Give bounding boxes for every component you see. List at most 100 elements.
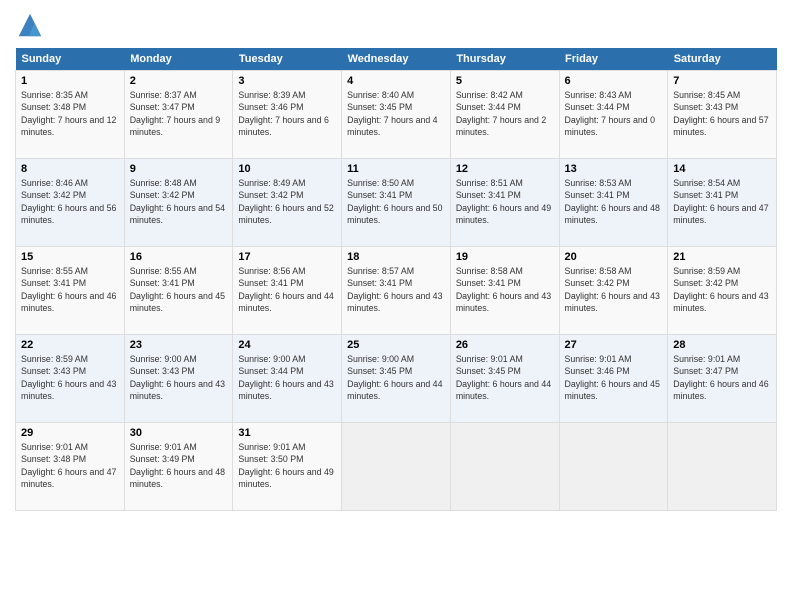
day-cell: 8 Sunrise: 8:46 AMSunset: 3:42 PMDayligh… xyxy=(16,159,125,247)
day-info: Sunrise: 8:50 AMSunset: 3:41 PMDaylight:… xyxy=(347,177,445,226)
day-info: Sunrise: 8:42 AMSunset: 3:44 PMDaylight:… xyxy=(456,89,554,138)
day-number: 13 xyxy=(565,163,663,175)
col-header-thursday: Thursday xyxy=(450,48,559,71)
day-number: 30 xyxy=(130,427,228,439)
day-number: 21 xyxy=(673,251,771,263)
day-cell: 7 Sunrise: 8:45 AMSunset: 3:43 PMDayligh… xyxy=(668,71,777,159)
day-info: Sunrise: 8:53 AMSunset: 3:41 PMDaylight:… xyxy=(565,177,663,226)
day-number: 25 xyxy=(347,339,445,351)
day-info: Sunrise: 8:40 AMSunset: 3:45 PMDaylight:… xyxy=(347,89,445,138)
day-cell xyxy=(559,423,668,511)
day-number: 12 xyxy=(456,163,554,175)
day-cell: 13 Sunrise: 8:53 AMSunset: 3:41 PMDaylig… xyxy=(559,159,668,247)
day-info: Sunrise: 8:51 AMSunset: 3:41 PMDaylight:… xyxy=(456,177,554,226)
day-info: Sunrise: 8:46 AMSunset: 3:42 PMDaylight:… xyxy=(21,177,119,226)
day-info: Sunrise: 8:45 AMSunset: 3:43 PMDaylight:… xyxy=(673,89,771,138)
day-info: Sunrise: 8:56 AMSunset: 3:41 PMDaylight:… xyxy=(238,265,336,314)
day-number: 20 xyxy=(565,251,663,263)
day-cell: 5 Sunrise: 8:42 AMSunset: 3:44 PMDayligh… xyxy=(450,71,559,159)
day-cell: 28 Sunrise: 9:01 AMSunset: 3:47 PMDaylig… xyxy=(668,335,777,423)
day-cell: 20 Sunrise: 8:58 AMSunset: 3:42 PMDaylig… xyxy=(559,247,668,335)
day-number: 27 xyxy=(565,339,663,351)
week-row-1: 1 Sunrise: 8:35 AMSunset: 3:48 PMDayligh… xyxy=(16,71,777,159)
day-number: 23 xyxy=(130,339,228,351)
day-cell: 26 Sunrise: 9:01 AMSunset: 3:45 PMDaylig… xyxy=(450,335,559,423)
day-cell: 1 Sunrise: 8:35 AMSunset: 3:48 PMDayligh… xyxy=(16,71,125,159)
col-header-friday: Friday xyxy=(559,48,668,71)
day-cell: 17 Sunrise: 8:56 AMSunset: 3:41 PMDaylig… xyxy=(233,247,342,335)
day-number: 22 xyxy=(21,339,119,351)
col-header-tuesday: Tuesday xyxy=(233,48,342,71)
day-info: Sunrise: 9:00 AMSunset: 3:44 PMDaylight:… xyxy=(238,353,336,402)
col-header-wednesday: Wednesday xyxy=(342,48,451,71)
day-cell: 23 Sunrise: 9:00 AMSunset: 3:43 PMDaylig… xyxy=(124,335,233,423)
logo-icon xyxy=(15,10,45,40)
col-header-monday: Monday xyxy=(124,48,233,71)
day-cell: 3 Sunrise: 8:39 AMSunset: 3:46 PMDayligh… xyxy=(233,71,342,159)
day-info: Sunrise: 9:00 AMSunset: 3:45 PMDaylight:… xyxy=(347,353,445,402)
day-cell: 2 Sunrise: 8:37 AMSunset: 3:47 PMDayligh… xyxy=(124,71,233,159)
day-info: Sunrise: 8:55 AMSunset: 3:41 PMDaylight:… xyxy=(21,265,119,314)
day-cell: 6 Sunrise: 8:43 AMSunset: 3:44 PMDayligh… xyxy=(559,71,668,159)
day-info: Sunrise: 8:58 AMSunset: 3:42 PMDaylight:… xyxy=(565,265,663,314)
day-number: 31 xyxy=(238,427,336,439)
week-row-5: 29 Sunrise: 9:01 AMSunset: 3:48 PMDaylig… xyxy=(16,423,777,511)
day-info: Sunrise: 9:01 AMSunset: 3:49 PMDaylight:… xyxy=(130,441,228,490)
day-cell: 16 Sunrise: 8:55 AMSunset: 3:41 PMDaylig… xyxy=(124,247,233,335)
day-cell: 10 Sunrise: 8:49 AMSunset: 3:42 PMDaylig… xyxy=(233,159,342,247)
day-cell: 4 Sunrise: 8:40 AMSunset: 3:45 PMDayligh… xyxy=(342,71,451,159)
day-number: 14 xyxy=(673,163,771,175)
day-number: 16 xyxy=(130,251,228,263)
day-cell: 25 Sunrise: 9:00 AMSunset: 3:45 PMDaylig… xyxy=(342,335,451,423)
page: SundayMondayTuesdayWednesdayThursdayFrid… xyxy=(0,0,792,612)
day-cell: 22 Sunrise: 8:59 AMSunset: 3:43 PMDaylig… xyxy=(16,335,125,423)
calendar-table: SundayMondayTuesdayWednesdayThursdayFrid… xyxy=(15,48,777,511)
day-number: 17 xyxy=(238,251,336,263)
day-cell: 21 Sunrise: 8:59 AMSunset: 3:42 PMDaylig… xyxy=(668,247,777,335)
day-info: Sunrise: 8:43 AMSunset: 3:44 PMDaylight:… xyxy=(565,89,663,138)
day-cell: 31 Sunrise: 9:01 AMSunset: 3:50 PMDaylig… xyxy=(233,423,342,511)
day-number: 18 xyxy=(347,251,445,263)
logo xyxy=(15,10,48,40)
day-number: 8 xyxy=(21,163,119,175)
week-row-4: 22 Sunrise: 8:59 AMSunset: 3:43 PMDaylig… xyxy=(16,335,777,423)
day-cell: 15 Sunrise: 8:55 AMSunset: 3:41 PMDaylig… xyxy=(16,247,125,335)
day-info: Sunrise: 9:01 AMSunset: 3:45 PMDaylight:… xyxy=(456,353,554,402)
week-row-3: 15 Sunrise: 8:55 AMSunset: 3:41 PMDaylig… xyxy=(16,247,777,335)
day-cell: 27 Sunrise: 9:01 AMSunset: 3:46 PMDaylig… xyxy=(559,335,668,423)
day-info: Sunrise: 9:01 AMSunset: 3:48 PMDaylight:… xyxy=(21,441,119,490)
day-info: Sunrise: 8:48 AMSunset: 3:42 PMDaylight:… xyxy=(130,177,228,226)
day-number: 26 xyxy=(456,339,554,351)
day-number: 1 xyxy=(21,75,119,87)
day-number: 2 xyxy=(130,75,228,87)
day-info: Sunrise: 8:57 AMSunset: 3:41 PMDaylight:… xyxy=(347,265,445,314)
day-number: 15 xyxy=(21,251,119,263)
day-number: 28 xyxy=(673,339,771,351)
day-info: Sunrise: 8:49 AMSunset: 3:42 PMDaylight:… xyxy=(238,177,336,226)
day-cell: 11 Sunrise: 8:50 AMSunset: 3:41 PMDaylig… xyxy=(342,159,451,247)
day-number: 4 xyxy=(347,75,445,87)
day-info: Sunrise: 8:55 AMSunset: 3:41 PMDaylight:… xyxy=(130,265,228,314)
day-info: Sunrise: 9:01 AMSunset: 3:46 PMDaylight:… xyxy=(565,353,663,402)
week-row-2: 8 Sunrise: 8:46 AMSunset: 3:42 PMDayligh… xyxy=(16,159,777,247)
col-header-saturday: Saturday xyxy=(668,48,777,71)
day-number: 9 xyxy=(130,163,228,175)
day-info: Sunrise: 8:35 AMSunset: 3:48 PMDaylight:… xyxy=(21,89,119,138)
day-number: 11 xyxy=(347,163,445,175)
day-info: Sunrise: 8:37 AMSunset: 3:47 PMDaylight:… xyxy=(130,89,228,138)
day-cell: 12 Sunrise: 8:51 AMSunset: 3:41 PMDaylig… xyxy=(450,159,559,247)
day-info: Sunrise: 8:58 AMSunset: 3:41 PMDaylight:… xyxy=(456,265,554,314)
day-number: 10 xyxy=(238,163,336,175)
day-number: 19 xyxy=(456,251,554,263)
day-cell: 30 Sunrise: 9:01 AMSunset: 3:49 PMDaylig… xyxy=(124,423,233,511)
day-cell: 29 Sunrise: 9:01 AMSunset: 3:48 PMDaylig… xyxy=(16,423,125,511)
header xyxy=(15,10,777,40)
day-cell: 14 Sunrise: 8:54 AMSunset: 3:41 PMDaylig… xyxy=(668,159,777,247)
day-number: 29 xyxy=(21,427,119,439)
day-info: Sunrise: 8:54 AMSunset: 3:41 PMDaylight:… xyxy=(673,177,771,226)
day-number: 24 xyxy=(238,339,336,351)
header-row: SundayMondayTuesdayWednesdayThursdayFrid… xyxy=(16,48,777,71)
day-info: Sunrise: 8:39 AMSunset: 3:46 PMDaylight:… xyxy=(238,89,336,138)
day-cell: 18 Sunrise: 8:57 AMSunset: 3:41 PMDaylig… xyxy=(342,247,451,335)
day-number: 7 xyxy=(673,75,771,87)
